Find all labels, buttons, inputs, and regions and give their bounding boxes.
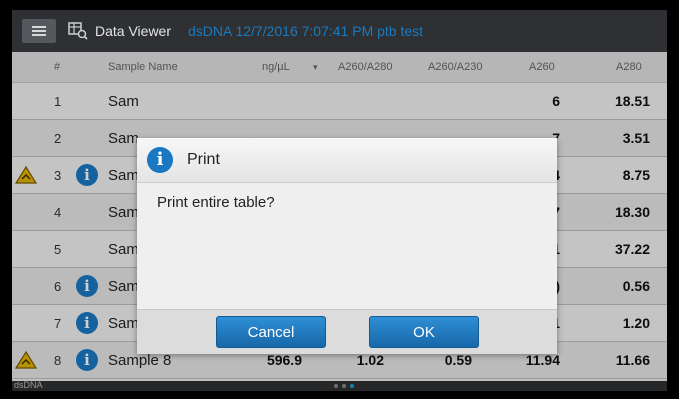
dialog-title: Print	[187, 151, 220, 168]
dialog-footer: Cancel OK	[137, 309, 557, 354]
modal-overlay: i Print Print entire table? Cancel OK	[12, 52, 667, 391]
menu-button[interactable]	[22, 19, 56, 43]
dialog-message: Print entire table?	[157, 194, 275, 211]
data-viewer-icon	[68, 22, 88, 40]
file-title: dsDNA 12/7/2016 7:07:41 PM ptb test	[188, 23, 424, 39]
ok-button[interactable]: OK	[369, 316, 479, 348]
info-icon: i	[147, 147, 173, 173]
top-bar: Data Viewer dsDNA 12/7/2016 7:07:41 PM p…	[12, 10, 667, 52]
dialog-header: i Print	[137, 138, 557, 183]
app-title: Data Viewer	[95, 23, 172, 39]
app-frame: Data Viewer dsDNA 12/7/2016 7:07:41 PM p…	[12, 10, 667, 391]
cancel-button[interactable]: Cancel	[216, 316, 326, 348]
print-dialog: i Print Print entire table? Cancel OK	[137, 138, 557, 354]
